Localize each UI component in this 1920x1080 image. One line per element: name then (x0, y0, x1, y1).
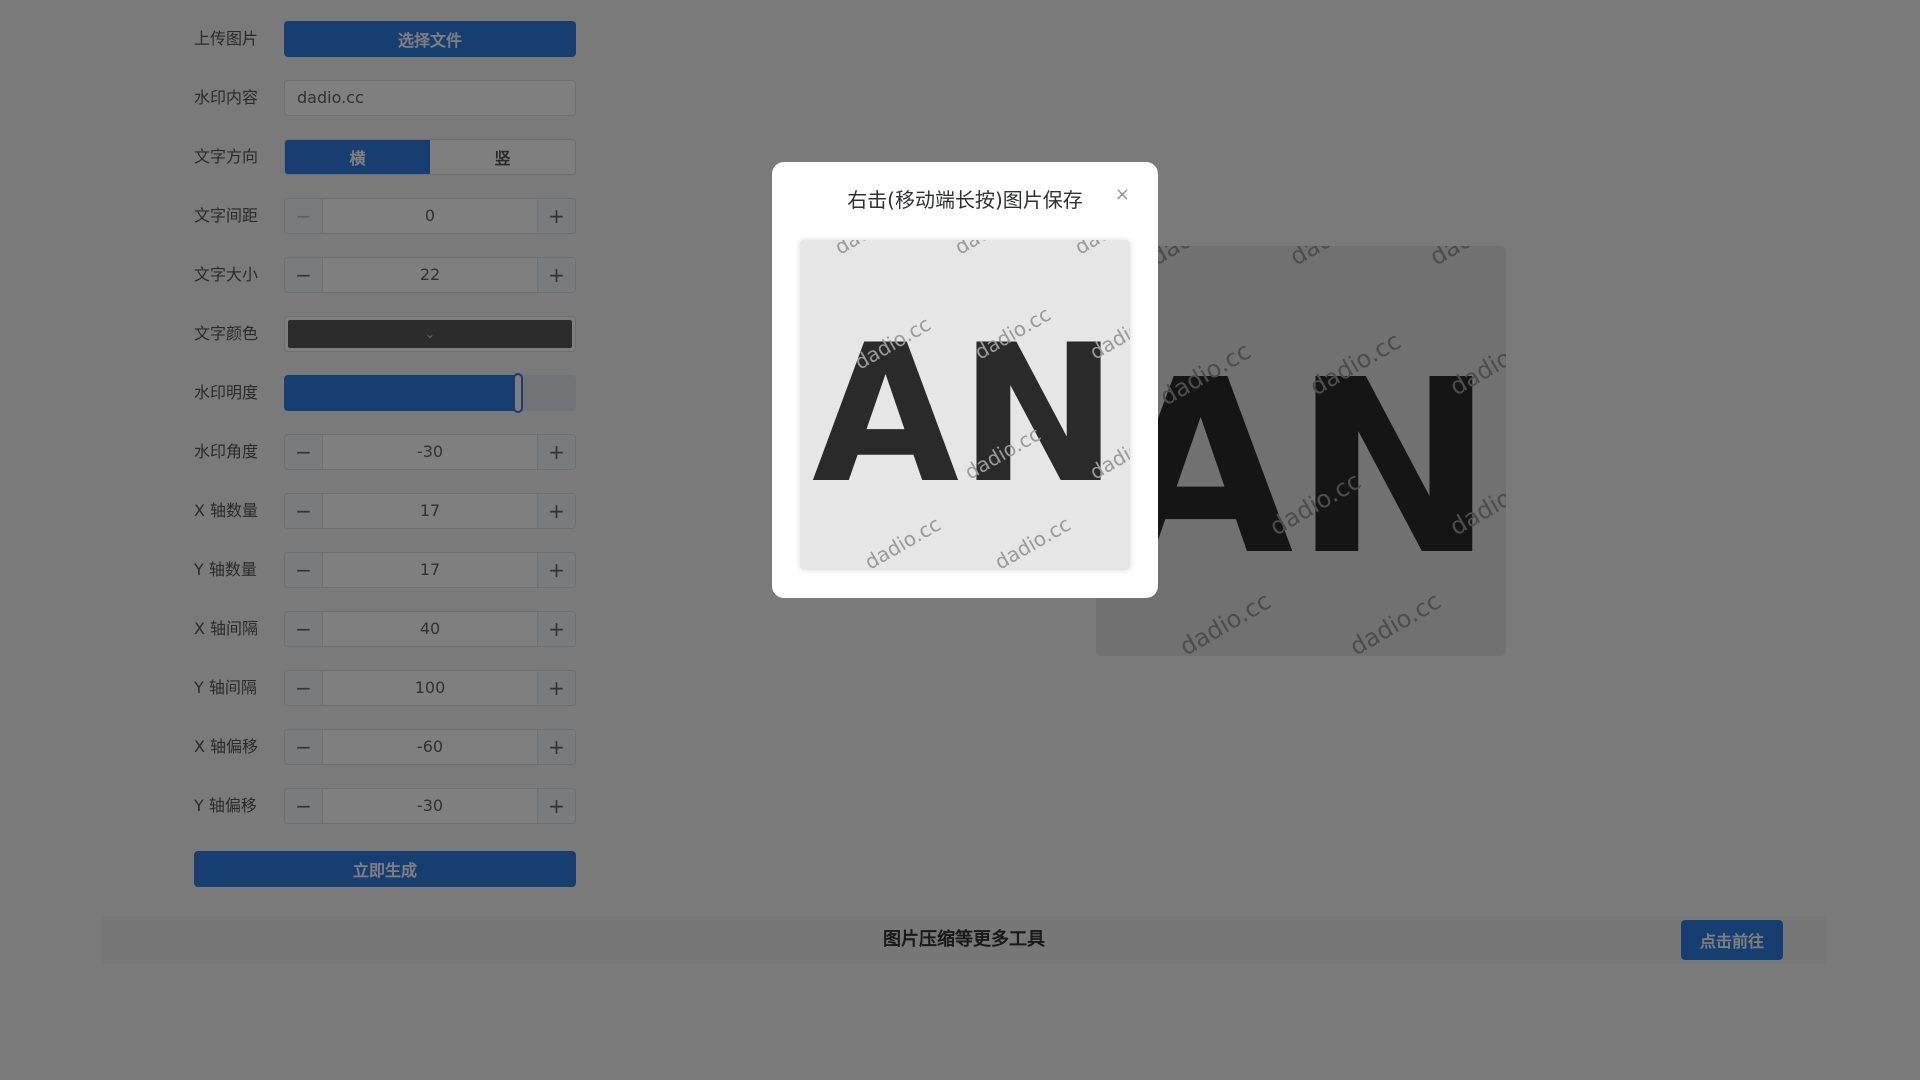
close-icon[interactable]: × (1115, 186, 1130, 204)
dialog-title: 右击(移动端长按)图片保存 (847, 188, 1083, 212)
generated-graphic: AN dadio.cc dadio.cc dadio.cc dadio.cc d… (800, 240, 1130, 570)
generated-image[interactable]: AN dadio.cc dadio.cc dadio.cc dadio.cc d… (800, 240, 1130, 570)
save-image-dialog: 右击(移动端长按)图片保存 × AN dadio.cc dadio.cc dad… (772, 162, 1158, 598)
generated-letters: AN (812, 304, 1118, 525)
